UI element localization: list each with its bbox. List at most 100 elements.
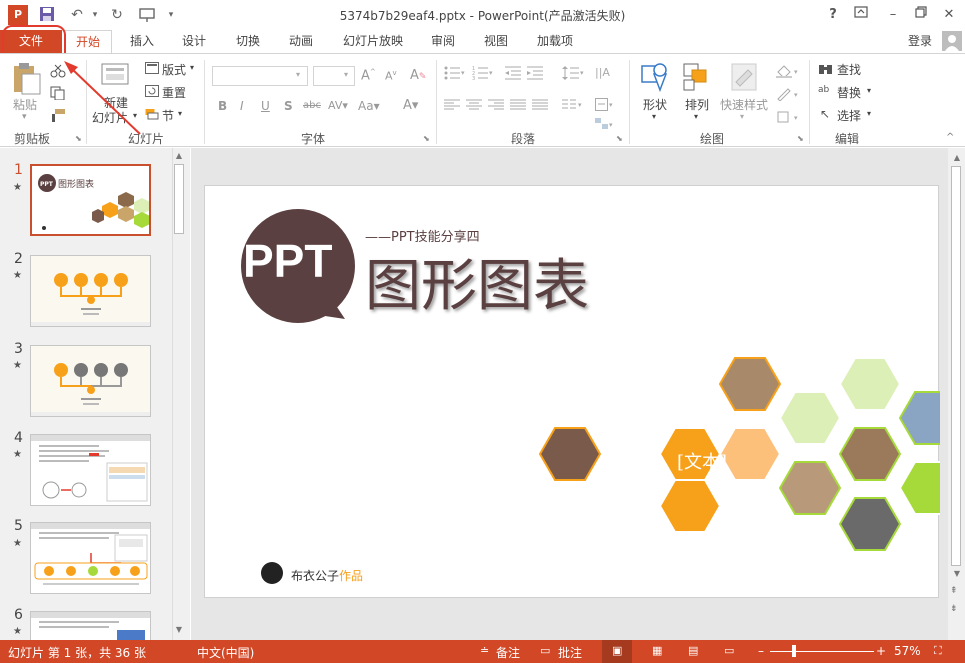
previous-slide-icon[interactable]: ⇞ <box>950 586 958 596</box>
thumbnail-slide-3[interactable] <box>30 345 151 417</box>
font-size-select[interactable] <box>313 66 355 86</box>
slide-show-view-icon[interactable]: ▭ <box>724 644 734 657</box>
replace-label[interactable]: 替换 <box>837 84 861 101</box>
columns-icon[interactable]: ▾ <box>562 99 584 114</box>
zoom-slider-thumb[interactable] <box>792 645 796 657</box>
clipboard-dialog-launcher-icon[interactable]: ⬊ <box>75 134 82 143</box>
slide-canvas[interactable]: PPT ——PPT技能分享四 图形图表 [文本] [文本] [文本] 布衣公子作… <box>204 185 940 598</box>
restore-button[interactable] <box>910 5 932 25</box>
sign-in-link[interactable]: 登录 <box>900 30 940 54</box>
arrange-dropdown-icon[interactable]: ▾ <box>694 112 698 121</box>
shapes-icon[interactable] <box>638 60 670 94</box>
change-case-icon[interactable]: Aa▾ <box>358 99 380 113</box>
strikethrough-icon[interactable]: abc <box>303 100 321 111</box>
format-painter-icon[interactable] <box>50 108 66 125</box>
normal-view-icon[interactable]: ▣ <box>612 644 622 657</box>
font-name-dropdown-icon[interactable]: ▾ <box>296 70 300 79</box>
convert-to-smartart-icon[interactable]: ▾ <box>595 118 615 133</box>
replace-dropdown-icon[interactable]: ▾ <box>867 86 871 95</box>
quick-styles-icon[interactable] <box>728 60 760 94</box>
tab-view[interactable]: 视图 <box>472 30 520 54</box>
scroll-down-arrow-icon[interactable]: ▼ <box>172 624 186 636</box>
scrollbar-thumb[interactable] <box>951 166 961 566</box>
font-name-select[interactable] <box>212 66 308 86</box>
section-icon[interactable] <box>145 108 159 123</box>
reading-view-icon[interactable]: ▤ <box>688 644 698 657</box>
tab-review[interactable]: 审阅 <box>419 30 467 54</box>
layout-label[interactable]: 版式 <box>162 61 186 78</box>
scroll-up-arrow-icon[interactable]: ▲ <box>172 150 186 162</box>
avatar[interactable] <box>942 31 962 51</box>
tab-add-ins[interactable]: 加载项 <box>528 30 582 54</box>
quick-styles-dropdown-icon[interactable]: ▾ <box>740 112 744 121</box>
layout-dropdown-icon[interactable]: ▾ <box>190 63 194 72</box>
slide-sorter-view-icon[interactable]: ▦ <box>652 644 662 657</box>
align-text-icon[interactable]: ▾ <box>595 98 615 115</box>
slide-count-status[interactable]: 幻灯片 第 1 张，共 36 张 <box>8 644 146 661</box>
thumbnail-slide-1[interactable]: PPT 图形图表 <box>30 164 151 236</box>
section-dropdown-icon[interactable]: ▾ <box>178 109 182 118</box>
quick-styles-label[interactable]: 快速样式 <box>720 96 768 113</box>
section-label[interactable]: 节 <box>162 107 174 124</box>
font-dialog-launcher-icon[interactable]: ⬊ <box>423 134 430 143</box>
drawing-dialog-launcher-icon[interactable]: ⬊ <box>797 134 804 143</box>
italic-icon[interactable]: I <box>240 99 244 113</box>
shape-outline-icon[interactable]: ▾ <box>776 87 802 104</box>
new-slide-icon[interactable] <box>100 60 130 90</box>
shapes-label[interactable]: 形状 <box>643 96 667 113</box>
cut-icon[interactable] <box>50 64 66 81</box>
layout-icon[interactable] <box>145 62 159 77</box>
new-slide-label-2[interactable]: 幻灯片 <box>92 109 128 126</box>
select-label[interactable]: 选择 <box>837 107 861 124</box>
font-size-dropdown-icon[interactable]: ▾ <box>344 70 348 79</box>
text-direction-icon[interactable]: ||A <box>595 64 615 83</box>
minimize-button[interactable]: – <box>882 5 904 25</box>
thumbnail-slide-5[interactable] <box>30 522 151 594</box>
collapse-ribbon-icon[interactable]: ^ <box>946 132 954 143</box>
find-label[interactable]: 查找 <box>837 61 861 78</box>
paragraph-dialog-launcher-icon[interactable]: ⬊ <box>616 134 623 143</box>
shapes-dropdown-icon[interactable]: ▾ <box>652 112 656 121</box>
font-color-icon[interactable]: A▾ <box>403 98 418 113</box>
tab-insert[interactable]: 插入 <box>118 30 166 54</box>
scroll-down-arrow-icon[interactable]: ▼ <box>950 568 964 580</box>
line-spacing-icon[interactable]: ▾ <box>562 66 584 83</box>
tab-home[interactable]: 开始 <box>64 30 112 54</box>
zoom-in-button[interactable]: + <box>876 644 886 658</box>
paste-dropdown-icon[interactable]: ▾ <box>22 112 27 122</box>
next-slide-icon[interactable]: ⇟ <box>950 604 958 614</box>
clear-formatting-icon[interactable]: A✎ <box>410 68 426 83</box>
paste-icon[interactable] <box>10 62 42 96</box>
character-spacing-icon[interactable]: AV▾ <box>328 99 348 112</box>
fit-slide-icon[interactable]: ⛶ <box>934 644 942 658</box>
zoom-level[interactable]: 57% <box>894 644 921 658</box>
increase-font-size-icon[interactable]: A^ <box>361 68 376 83</box>
notes-icon[interactable]: ≐ <box>480 644 489 657</box>
shape-effects-icon[interactable]: ▾ <box>776 110 802 127</box>
select-dropdown-icon[interactable]: ▾ <box>867 109 871 118</box>
decrease-font-size-icon[interactable]: Av <box>385 69 397 83</box>
thumbnail-slide-2[interactable] <box>30 255 151 327</box>
align-center-icon[interactable] <box>466 99 482 114</box>
reset-label[interactable]: 重置 <box>162 84 186 101</box>
tab-design[interactable]: 设计 <box>170 30 218 54</box>
tab-transitions[interactable]: 切换 <box>224 30 272 54</box>
ribbon-display-options-icon[interactable] <box>850 5 872 25</box>
shape-fill-icon[interactable]: ▾ <box>776 64 802 81</box>
zoom-slider[interactable] <box>770 651 874 652</box>
arrange-label[interactable]: 排列 <box>685 96 709 113</box>
decrease-indent-icon[interactable] <box>505 66 521 83</box>
align-left-icon[interactable] <box>444 99 460 114</box>
scrollbar-thumb[interactable] <box>174 164 184 234</box>
numbering-icon[interactable]: 1 2 3 ▾ <box>472 66 494 83</box>
comments-icon[interactable]: ▭ <box>540 644 550 657</box>
text-shadow-icon[interactable]: S <box>284 99 293 113</box>
increase-indent-icon[interactable] <box>527 66 543 83</box>
new-slide-dropdown-icon[interactable]: ▾ <box>133 111 137 120</box>
help-button[interactable]: ? <box>822 5 844 25</box>
notes-button[interactable]: 备注 <box>496 644 520 661</box>
comments-button[interactable]: 批注 <box>558 644 582 661</box>
tab-slide-show[interactable]: 幻灯片放映 <box>334 30 412 54</box>
copy-icon[interactable] <box>50 86 66 103</box>
arrange-icon[interactable] <box>682 60 712 94</box>
